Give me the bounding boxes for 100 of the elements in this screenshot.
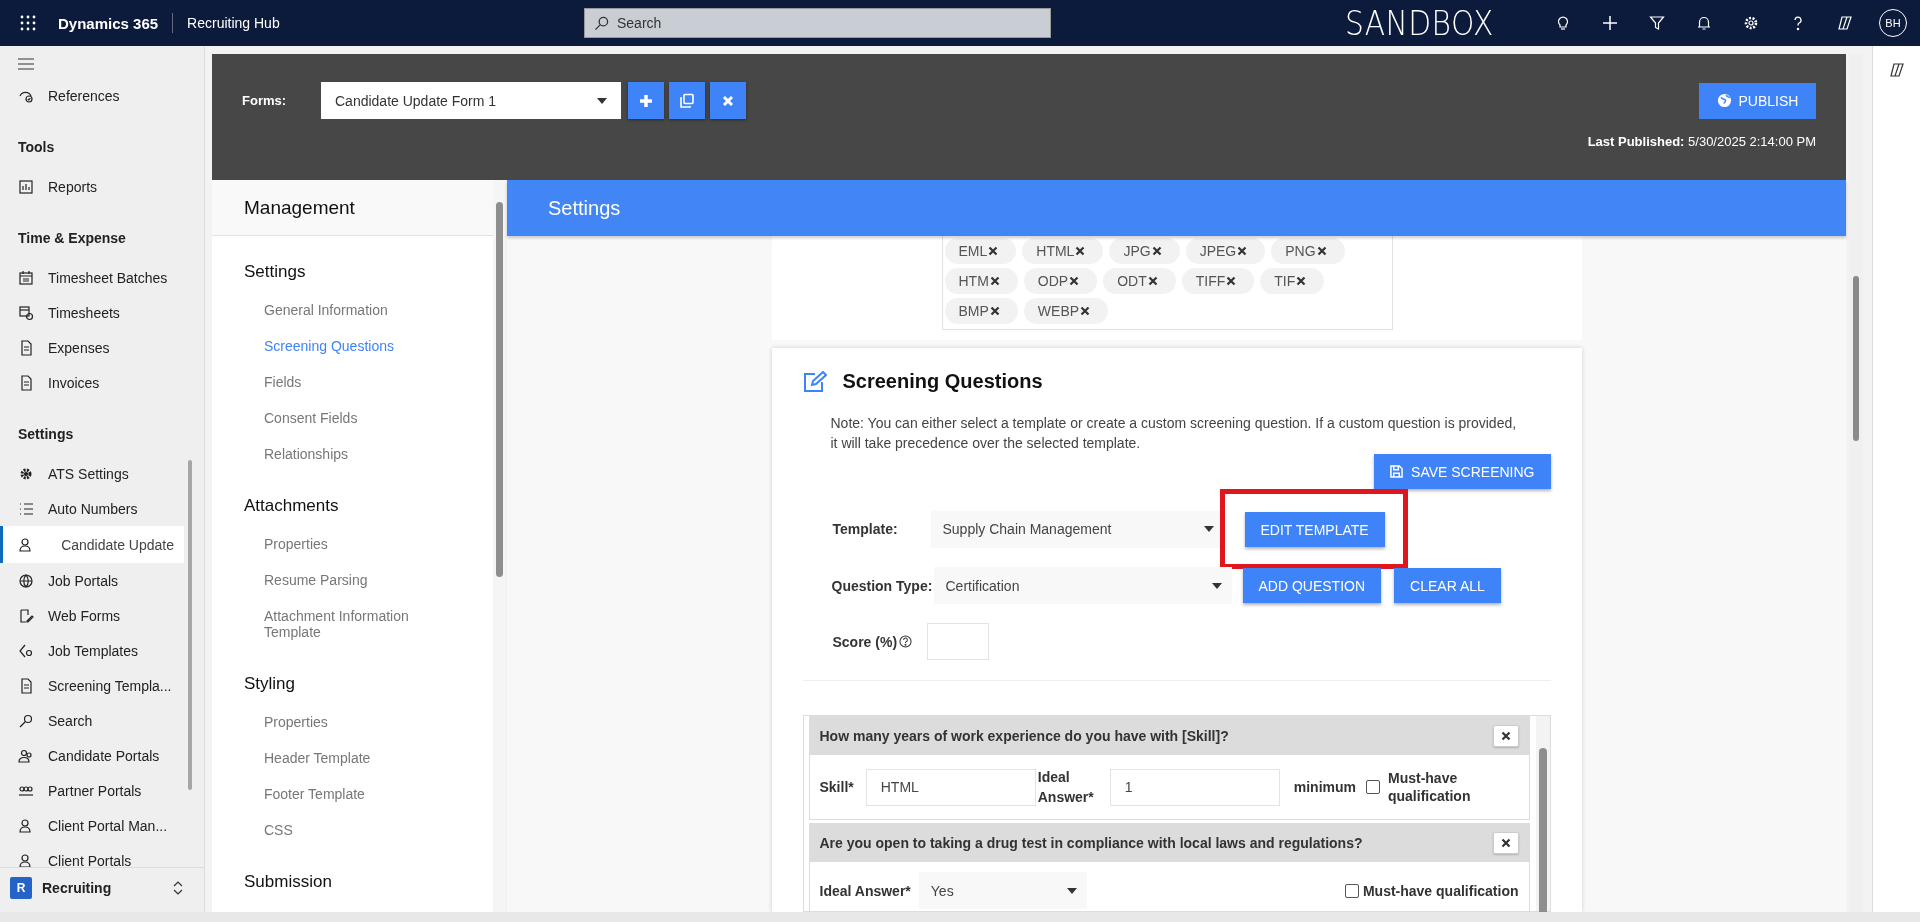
question-type-dropdown[interactable]: Certification	[933, 567, 1232, 604]
chevron-up-down-icon	[172, 880, 184, 896]
nav-item[interactable]: Candidate Update	[0, 526, 184, 563]
file-type-chip[interactable]: ODT	[1103, 268, 1176, 294]
remove-question-button[interactable]	[1492, 725, 1519, 747]
file-type-chip[interactable]: TIF	[1260, 268, 1325, 294]
nav-item[interactable]: Invoices	[0, 365, 184, 400]
nav-item[interactable]: Timesheet Batches	[0, 260, 184, 295]
scrollbar-thumb[interactable]	[1853, 276, 1859, 441]
scrollbar[interactable]	[1535, 716, 1550, 911]
close-icon	[988, 245, 999, 256]
menu-link[interactable]: Properties	[244, 526, 464, 562]
nav-item[interactable]: Client Portals	[0, 843, 184, 867]
delete-form-button[interactable]	[710, 82, 746, 119]
nav-item[interactable]: ATS Settings	[0, 456, 184, 491]
file-type-chip[interactable]: WEBP	[1023, 298, 1109, 324]
notification-icon[interactable]	[1696, 15, 1712, 31]
nav-item[interactable]: Screening Templa...	[0, 668, 184, 703]
nav-item[interactable]: Web Forms	[0, 598, 184, 633]
file-type-chip[interactable]: PNG	[1271, 238, 1345, 264]
add-question-button[interactable]: ADD QUESTION	[1242, 568, 1382, 603]
close-icon	[1237, 245, 1248, 256]
copilot-icon[interactable]	[1888, 62, 1905, 78]
file-type-chip[interactable]: ODP	[1023, 268, 1098, 294]
nav-item[interactable]: References	[0, 78, 184, 113]
menu-link[interactable]: Fields	[244, 364, 464, 400]
close-icon	[1147, 275, 1158, 286]
menu-link[interactable]: Screening Questions	[244, 328, 464, 364]
menu-link[interactable]: Consent Fields	[244, 400, 464, 436]
scrollbar-thumb[interactable]	[188, 460, 192, 790]
must-have-label: Must-have qualification	[1388, 769, 1472, 805]
scrollbar[interactable]	[493, 180, 505, 912]
area-switcher[interactable]: R Recruiting	[0, 867, 204, 908]
file-type-chip[interactable]: BMP	[944, 298, 1018, 324]
caret-icon	[1211, 582, 1222, 589]
file-type-chip[interactable]: HTML	[1022, 238, 1104, 264]
help-icon[interactable]	[899, 635, 913, 648]
app-name[interactable]: Dynamics 365	[58, 14, 159, 32]
skill-field[interactable]: HTML	[865, 768, 1036, 806]
menu-link[interactable]: Resume Parsing	[244, 562, 464, 598]
nav-item[interactable]: Search	[0, 703, 184, 738]
scrollbar-thumb[interactable]	[1538, 748, 1547, 912]
menu-icon[interactable]	[18, 58, 34, 70]
lightbulb-icon[interactable]	[1555, 15, 1571, 31]
file-type-chip[interactable]: JPG	[1109, 238, 1180, 264]
file-type-chip[interactable]: JPEG	[1185, 238, 1266, 264]
nav-item[interactable]: Expenses	[0, 330, 184, 365]
menu-link[interactable]: Header Template	[244, 740, 464, 776]
document-icon	[18, 374, 34, 391]
menu-link[interactable]: CSS	[244, 812, 464, 848]
scrollbar-thumb[interactable]	[496, 202, 503, 577]
app-area-name[interactable]: Recruiting Hub	[187, 15, 280, 31]
nav-item[interactable]: Partner Portals	[0, 773, 184, 808]
app-launcher-icon[interactable]	[20, 15, 36, 31]
search-field[interactable]: Search	[584, 8, 1051, 38]
people-icon	[18, 536, 34, 553]
nav-item[interactable]: Reports	[0, 169, 184, 204]
menu-link[interactable]: Attachment Information Template	[244, 598, 464, 650]
score-field[interactable]	[927, 623, 990, 660]
file-type-chip[interactable]: EML	[944, 238, 1017, 264]
add-form-button[interactable]	[628, 82, 664, 119]
menu-link[interactable]: Relationships	[244, 436, 464, 472]
nav-item[interactable]: Timesheets	[0, 295, 184, 330]
edit-template-button[interactable]: EDIT TEMPLATE	[1244, 512, 1385, 547]
ideal-answer-field[interactable]: 1	[1109, 768, 1280, 806]
remove-question-button[interactable]	[1492, 832, 1519, 854]
filter-icon[interactable]	[1649, 15, 1665, 31]
nav-item[interactable]: Client Portal Man...	[0, 808, 184, 843]
nav-item[interactable]: Auto Numbers	[0, 491, 184, 526]
menu-link[interactable]: General Information	[244, 292, 464, 328]
settings-icon[interactable]	[1743, 15, 1759, 31]
caret-icon	[1203, 526, 1214, 532]
close-icon	[1500, 731, 1511, 741]
checkbox[interactable]	[1344, 883, 1359, 898]
clear-all-button[interactable]: CLEAR ALL	[1394, 568, 1501, 603]
publish-button[interactable]: PUBLISH	[1699, 82, 1816, 119]
checkbox[interactable]	[1366, 780, 1380, 794]
file-type-chip[interactable]: HTM	[944, 268, 1018, 294]
minimum-label: minimum	[1293, 779, 1356, 795]
copy-icon	[679, 92, 695, 109]
menu-link[interactable]: Properties	[244, 704, 464, 740]
save-screening-button[interactable]: SAVE SCREENING	[1374, 454, 1551, 489]
add-icon[interactable]	[1602, 15, 1618, 31]
close-icon	[1500, 838, 1511, 848]
nav-section-title: Settings	[17, 425, 75, 444]
horizontal-scrollbar[interactable]	[0, 912, 1920, 922]
note-text: Note: You can either select a template or create a custom screening question. If a custom question is provided, it will take precedence over the selected template.	[830, 414, 1518, 453]
copy-form-button[interactable]	[669, 82, 705, 119]
section-title: Screening Questions	[842, 370, 1043, 393]
file-type-chip[interactable]: TIFF	[1181, 268, 1255, 294]
nav-item[interactable]: Candidate Portals	[0, 738, 184, 773]
document-icon	[18, 339, 34, 356]
nav-item[interactable]: Job Templates	[0, 633, 184, 668]
ideal-answer-dropdown[interactable]: Yes	[918, 872, 1087, 909]
nav-item[interactable]: Job Portals	[0, 563, 184, 598]
menu-link[interactable]: Footer Template	[244, 776, 464, 812]
group-title: Settings	[244, 261, 307, 283]
people-icon	[18, 817, 34, 834]
form-dropdown[interactable]: Candidate Update Form 1	[321, 82, 621, 119]
skill-label: Skill*	[819, 779, 854, 795]
